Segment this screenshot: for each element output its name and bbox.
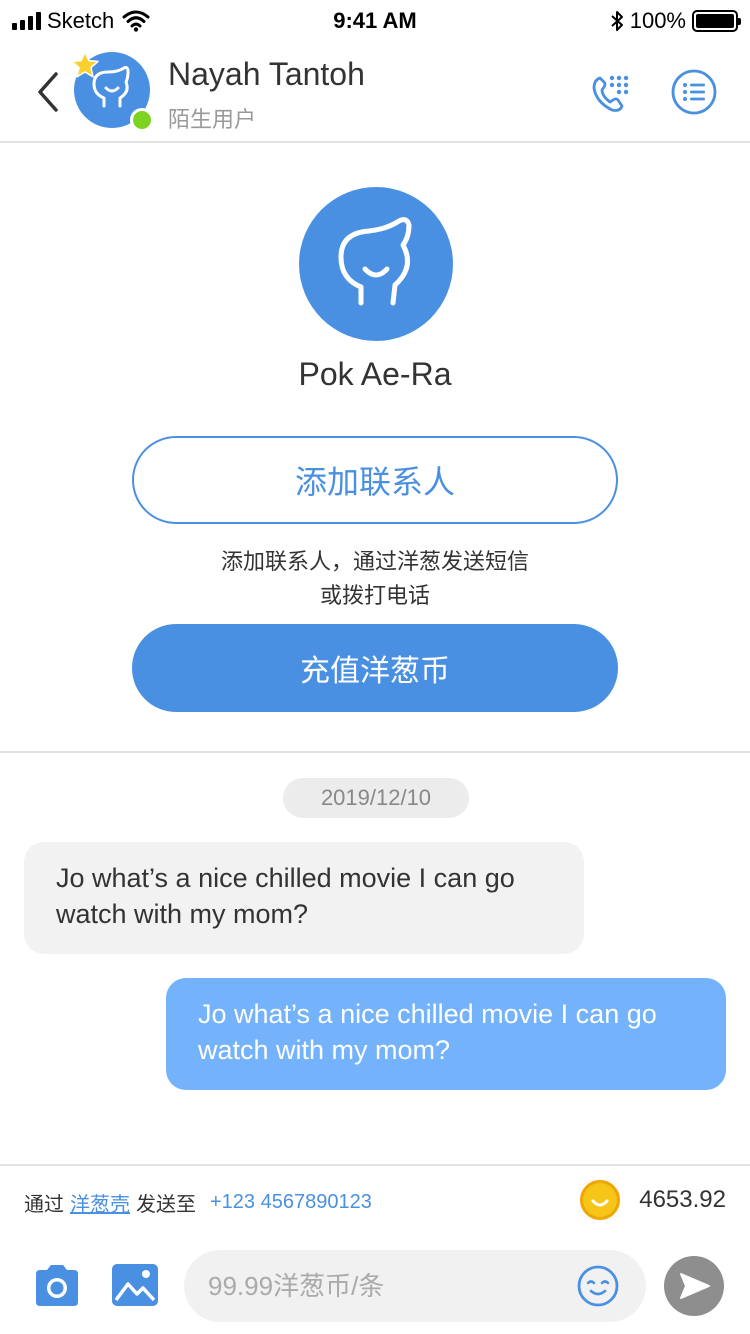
chat-header: Nayah Tantoh 陌生用户 — [0, 40, 750, 143]
camera-icon[interactable] — [32, 1262, 82, 1308]
coin-icon — [580, 1180, 620, 1220]
battery-icon — [692, 10, 741, 32]
send-route-info: 通过 洋葱壳 发送至 +123 4567890123 — [24, 1188, 372, 1217]
onion-face-icon — [338, 217, 412, 306]
battery-percent: 100% — [629, 8, 686, 33]
online-status-dot — [130, 108, 154, 132]
divider — [0, 751, 750, 753]
send-button[interactable] — [664, 1256, 724, 1316]
status-bar: Sketch 9:41 AM 100% — [0, 0, 750, 40]
add-contact-hint: 添加联系人，通过洋葱发送短信 — [220, 549, 529, 574]
contact-name: Nayah Tantoh — [168, 56, 365, 92]
add-contact-hint: 或拨打电话 — [319, 583, 430, 608]
image-icon[interactable] — [110, 1262, 160, 1308]
via-link[interactable]: 洋葱壳 — [70, 1188, 130, 1217]
recharge-button[interactable]: 充值洋葱币 — [132, 624, 618, 712]
phone-dialpad-icon[interactable] — [588, 68, 636, 116]
send-icon — [680, 1273, 710, 1299]
profile-name: Pok Ae-Ra — [298, 356, 452, 392]
incoming-message[interactable]: Jo what’s a nice chilled movie I can go … — [24, 842, 584, 954]
menu-list-icon[interactable] — [670, 68, 718, 116]
coin-balance: 4653.92 — [639, 1186, 726, 1213]
add-contact-button[interactable]: 添加联系人 — [132, 436, 618, 524]
back-chevron-icon[interactable] — [32, 70, 62, 114]
send-to-label: 发送至 — [136, 1194, 196, 1216]
bluetooth-icon — [611, 11, 623, 31]
via-label: 通过 — [24, 1194, 64, 1216]
recipient-phone: +123 4567890123 — [210, 1191, 372, 1213]
star-icon — [71, 51, 99, 78]
status-right: 100% — [610, 8, 741, 34]
contact-status: 陌生用户 — [168, 107, 257, 132]
outgoing-message[interactable]: Jo what’s a nice chilled movie I can go … — [166, 978, 726, 1090]
profile-avatar — [299, 187, 453, 341]
divider — [0, 1164, 750, 1166]
emoji-icon[interactable] — [576, 1264, 620, 1308]
contact-avatar[interactable] — [71, 51, 154, 132]
date-separator: 2019/12/10 — [283, 778, 469, 818]
